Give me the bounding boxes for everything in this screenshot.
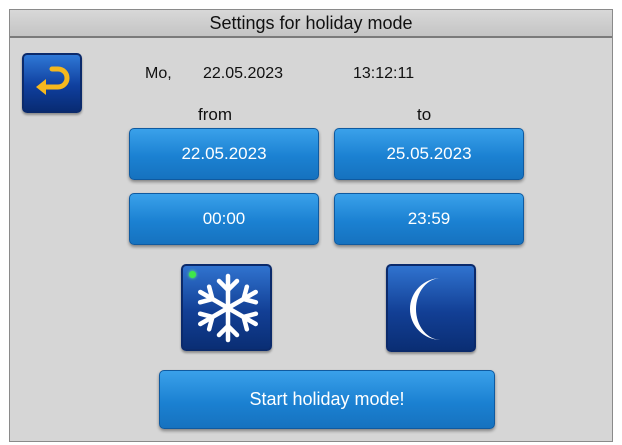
frost-protection-mode-button[interactable] (181, 264, 272, 351)
to-label: to (417, 105, 432, 124)
current-day: Mo, (145, 65, 172, 82)
snowflake-icon (197, 273, 259, 343)
from-time-field[interactable]: 00:00 (129, 193, 319, 245)
to-time-field[interactable]: 23:59 (334, 193, 524, 245)
night-mode-button[interactable] (386, 264, 476, 352)
back-arrow-icon (36, 66, 70, 95)
from-date-field[interactable]: 22.05.2023 (129, 128, 319, 180)
current-date: 22.05.2023 (203, 65, 284, 82)
current-time: 13:12:11 (353, 65, 415, 82)
start-holiday-mode-button[interactable]: Start holiday mode! (159, 370, 495, 429)
holiday-settings-screen: Settings for holiday mode Mo, 22.05.2023… (9, 9, 613, 442)
back-button[interactable] (22, 53, 82, 113)
page-title: Settings for holiday mode (10, 10, 612, 38)
from-label: from (198, 105, 232, 124)
moon-icon (409, 278, 441, 340)
to-date-field[interactable]: 25.05.2023 (334, 128, 524, 180)
